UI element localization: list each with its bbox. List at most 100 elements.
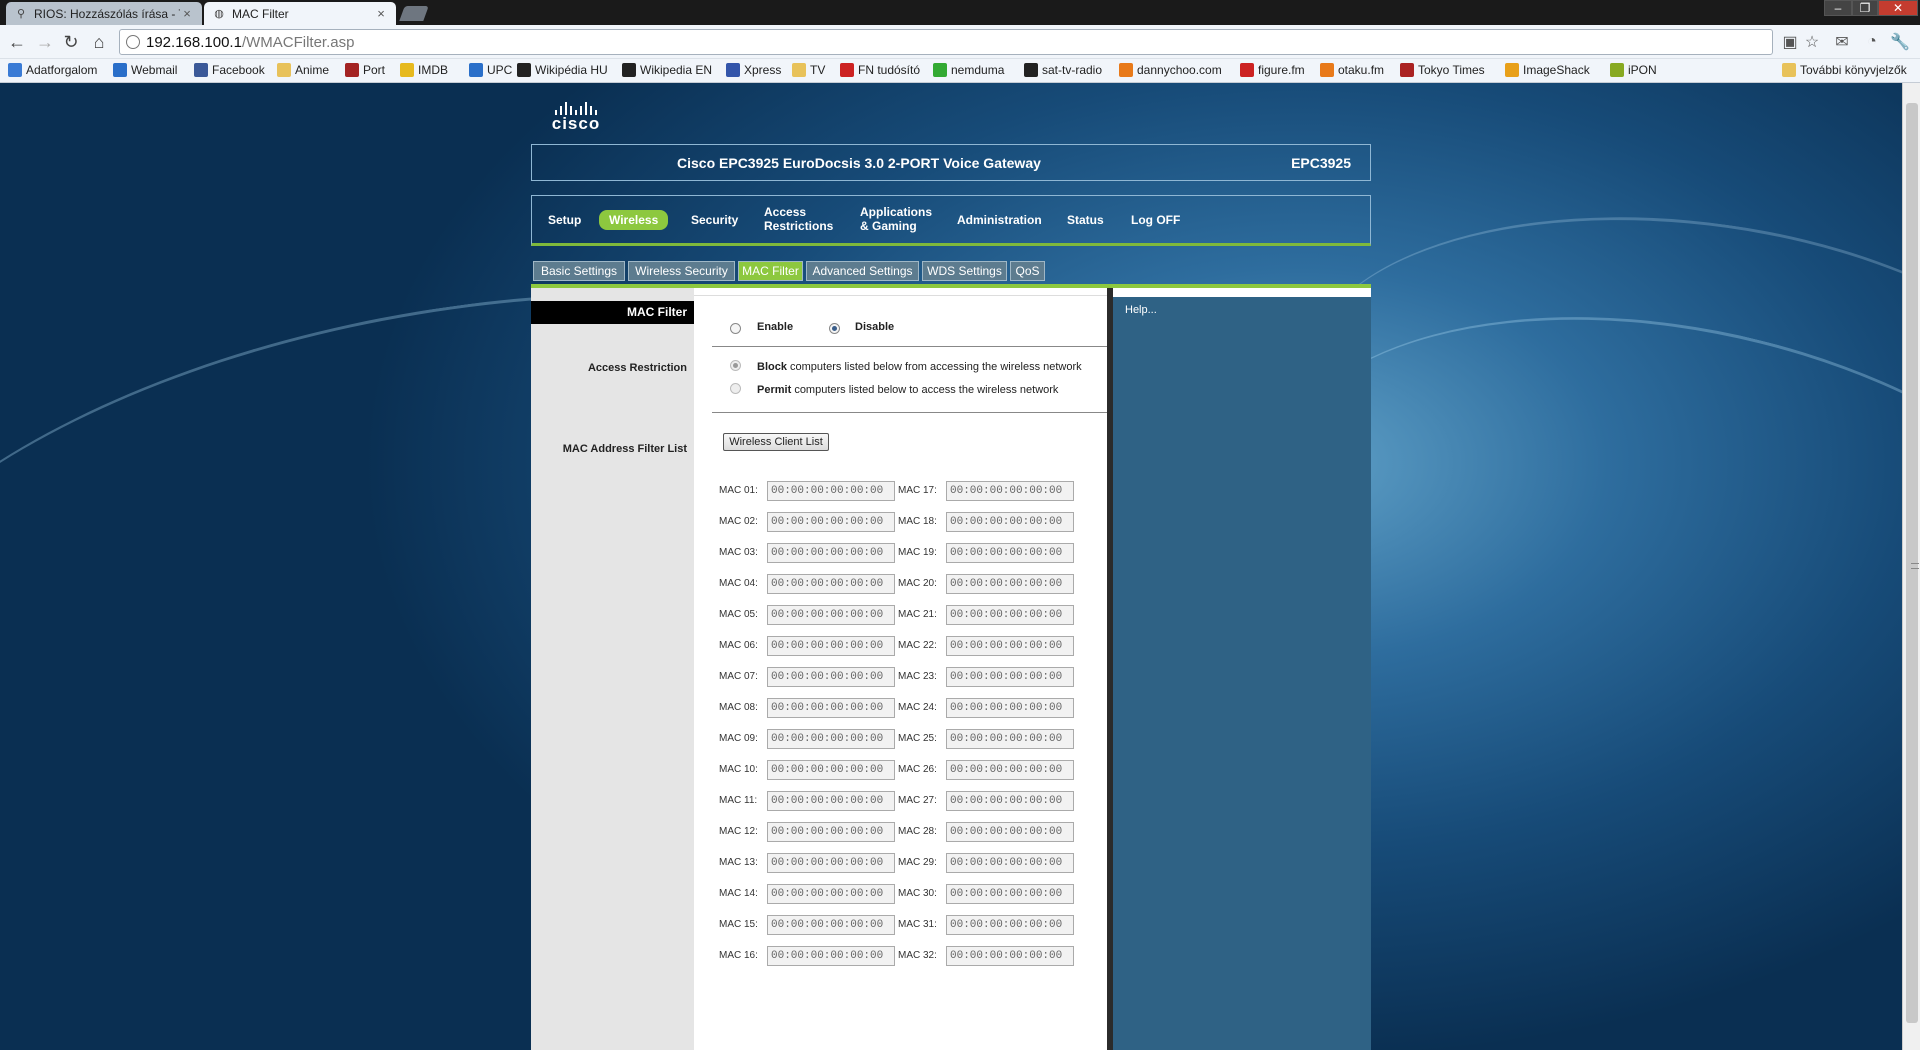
nav-applications-gaming[interactable]: Applications & Gaming [860, 205, 932, 233]
mac-address-input[interactable] [946, 636, 1074, 656]
mac-address-input[interactable] [767, 915, 895, 935]
address-bar[interactable]: 192.168.100.1/WMACFilter.asp [119, 29, 1773, 55]
other-bookmarks[interactable]: További könyvjelzők [1782, 63, 1907, 77]
mac-address-input[interactable] [767, 853, 895, 873]
bookmark-item[interactable]: UPC [469, 63, 512, 77]
mac-address-input[interactable] [946, 574, 1074, 594]
mac-address-input[interactable] [767, 760, 895, 780]
bookmark-item[interactable]: Wikipedia EN [622, 63, 712, 77]
window-minimize-button[interactable]: – [1824, 0, 1852, 16]
enable-radio[interactable] [730, 323, 741, 334]
mac-address-input[interactable] [946, 698, 1074, 718]
mac-address-input[interactable] [767, 605, 895, 625]
mac-address-input[interactable] [767, 512, 895, 532]
subtab-qos[interactable]: QoS [1010, 261, 1045, 281]
forward-arrow-icon[interactable]: → [34, 31, 56, 53]
mac-address-input[interactable] [946, 667, 1074, 687]
mac-address-input[interactable] [767, 791, 895, 811]
nav-access-restrictions[interactable]: Access Restrictions [764, 205, 833, 233]
page-action-icon[interactable]: ▣ [1780, 32, 1800, 52]
scroll-thumb[interactable] [1906, 103, 1919, 1023]
mac-address-input[interactable] [946, 481, 1074, 501]
new-tab-button[interactable] [399, 6, 429, 21]
subtab-basic-settings[interactable]: Basic Settings [533, 261, 625, 281]
page-scrollbar[interactable] [1902, 83, 1920, 1050]
mac-address-input[interactable] [946, 946, 1074, 966]
help-panel-top-line [1113, 288, 1371, 297]
bookmark-item[interactable]: IMDB [400, 63, 448, 77]
tab-close-icon[interactable]: × [180, 6, 194, 21]
disable-radio[interactable] [829, 323, 840, 334]
nav-log-off[interactable]: Log OFF [1131, 213, 1180, 227]
window-maximize-button[interactable]: ❐ [1852, 0, 1878, 16]
mac-address-input[interactable] [946, 915, 1074, 935]
bookmark-star-icon[interactable]: ☆ [1802, 32, 1822, 52]
nav-label-line: Access [764, 205, 807, 219]
mac-address-input[interactable] [767, 698, 895, 718]
bookmark-item[interactable]: iPON [1610, 63, 1657, 77]
subtab-advanced-settings[interactable]: Advanced Settings [806, 261, 919, 281]
mac-address-input[interactable] [946, 605, 1074, 625]
wireless-client-list-button[interactable]: Wireless Client List [723, 433, 829, 451]
bookmark-item[interactable]: Adatforgalom [8, 63, 97, 77]
mac-address-input[interactable] [767, 481, 895, 501]
mac-address-input[interactable] [946, 822, 1074, 842]
otaku-icon [1320, 63, 1334, 77]
window-close-button[interactable]: ✕ [1878, 0, 1918, 16]
page-info-icon[interactable] [126, 35, 140, 49]
subtab-mac-filter[interactable]: MAC Filter [738, 261, 803, 281]
bookmark-item[interactable]: Anime [277, 63, 329, 77]
nav-status[interactable]: Status [1067, 213, 1104, 227]
back-arrow-icon[interactable]: ← [6, 31, 28, 53]
mac-address-input[interactable] [946, 512, 1074, 532]
nav-security[interactable]: Security [691, 213, 738, 227]
bookmark-item[interactable]: otaku.fm [1320, 63, 1384, 77]
mac-address-input[interactable] [767, 667, 895, 687]
block-radio[interactable] [730, 360, 741, 371]
nav-setup[interactable]: Setup [548, 213, 581, 227]
mac-address-input[interactable] [767, 946, 895, 966]
mac-address-input[interactable] [946, 543, 1074, 563]
permit-radio[interactable] [730, 383, 741, 394]
bookmark-item[interactable]: Wikipédia HU [517, 63, 608, 77]
browser-tab-rios[interactable]: ⚲ RIOS: Hozzászólás írása - Té × [6, 2, 202, 25]
mac-address-input[interactable] [767, 729, 895, 749]
nav-wireless[interactable]: Wireless [599, 210, 669, 230]
bookmark-item[interactable]: Tokyo Times [1400, 63, 1485, 77]
mac-address-input[interactable] [946, 853, 1074, 873]
bookmark-item[interactable]: Xpress [726, 63, 781, 77]
gmail-checker-icon[interactable]: ✉ [1832, 32, 1852, 52]
mac-address-input[interactable] [767, 543, 895, 563]
tab-close-icon[interactable]: × [374, 6, 388, 21]
mac-address-input[interactable] [946, 729, 1074, 749]
bookmark-item[interactable]: Facebook [194, 63, 265, 77]
reload-icon[interactable]: ↻ [60, 31, 82, 53]
mac-label: MAC 06: [719, 640, 758, 651]
subtab-wireless-security[interactable]: Wireless Security [628, 261, 735, 281]
nav-administration[interactable]: Administration [957, 213, 1042, 227]
mac-address-input[interactable] [767, 636, 895, 656]
bookmark-item[interactable]: Port [345, 63, 385, 77]
bookmark-item[interactable]: Webmail [113, 63, 177, 77]
subtab-wds-settings[interactable]: WDS Settings [922, 261, 1007, 281]
mac-address-input[interactable] [767, 884, 895, 904]
bookmark-item[interactable]: dannychoo.com [1119, 63, 1222, 77]
bookmark-item[interactable]: figure.fm [1240, 63, 1305, 77]
home-icon[interactable]: ⌂ [88, 31, 110, 53]
mac-address-input[interactable] [946, 760, 1074, 780]
wrench-menu-icon[interactable]: 🔧 [1890, 32, 1910, 52]
mac-address-input[interactable] [767, 822, 895, 842]
mac-label: MAC 01: [719, 485, 758, 496]
mac-address-input[interactable] [946, 791, 1074, 811]
help-link[interactable]: Help... [1125, 304, 1157, 316]
bookmark-item[interactable]: sat-tv-radio [1024, 63, 1102, 77]
bookmark-item[interactable]: FN tudósító [840, 63, 920, 77]
page-menu-icon[interactable]: ◔ [1862, 32, 1882, 52]
bookmark-item[interactable]: nemduma [933, 63, 1004, 77]
mac-label: MAC 24: [898, 702, 937, 713]
bookmark-item[interactable]: ImageShack [1505, 63, 1590, 77]
mac-address-input[interactable] [946, 884, 1074, 904]
bookmark-item[interactable]: TV [792, 63, 825, 77]
browser-tab-mac-filter[interactable]: ◍ MAC Filter × [204, 2, 396, 25]
mac-address-input[interactable] [767, 574, 895, 594]
